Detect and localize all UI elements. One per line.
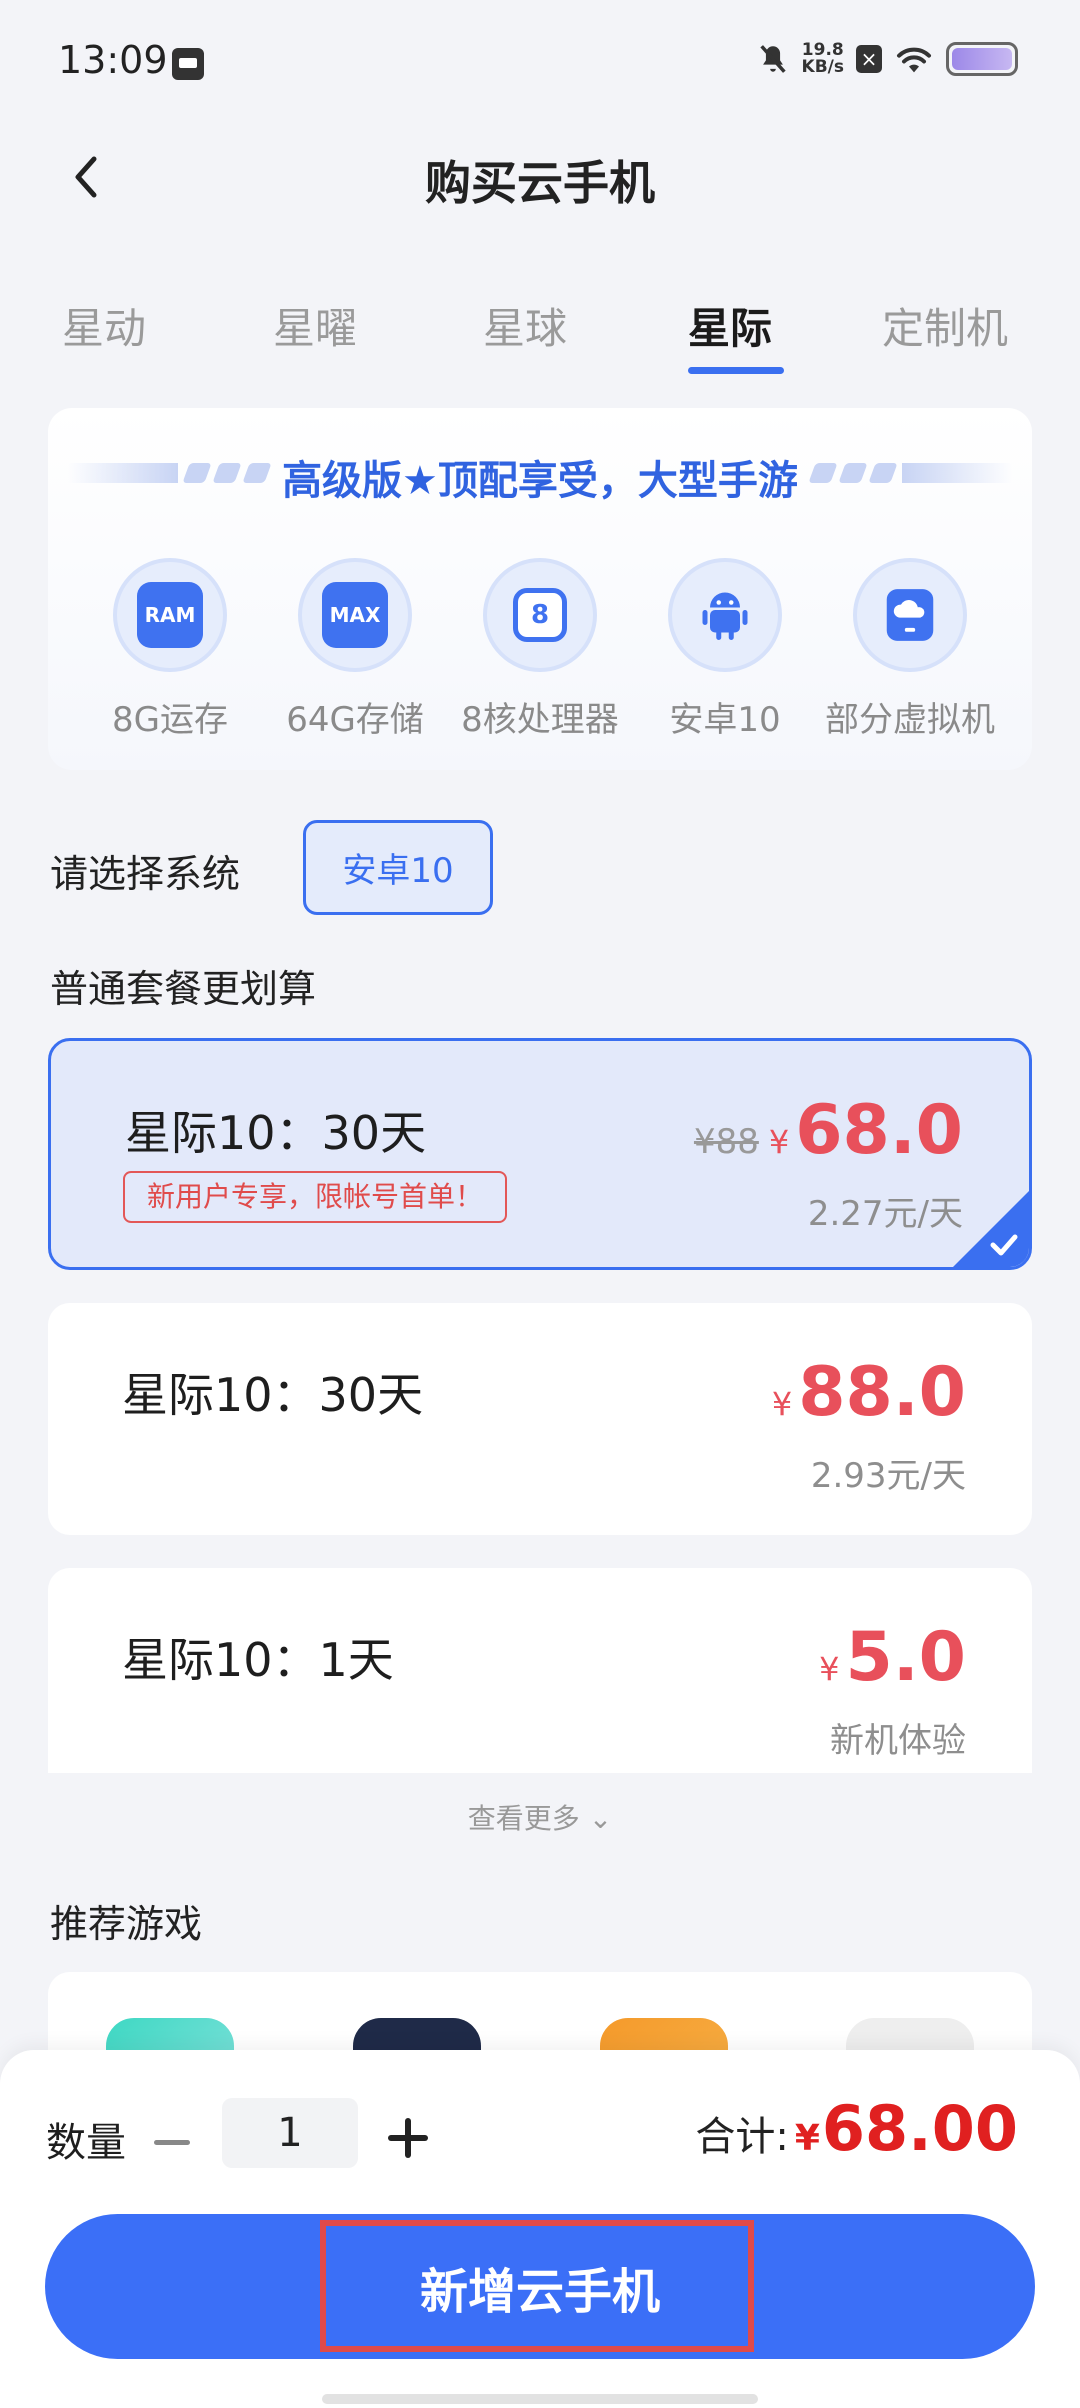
- plan-card[interactable]: 星际10：30天 ¥ 88.0 2.93元/天: [48, 1303, 1032, 1535]
- calendar-icon: [172, 48, 204, 80]
- feature-android: 安卓10: [633, 558, 817, 741]
- product-tabs: 星动 星曜 星球 星际 定制机: [0, 285, 1080, 375]
- tab-xingyao[interactable]: 星曜: [273, 295, 357, 356]
- tab-xingji[interactable]: 星际: [688, 295, 772, 356]
- plan-subtitle: 新机体验: [830, 1721, 966, 1761]
- plans-section-title: 普通套餐更划算: [50, 967, 317, 1011]
- status-bar: 13:09 19.8 KB/s ×: [0, 0, 1080, 125]
- status-time: 13:09: [58, 38, 168, 82]
- tab-custom[interactable]: 定制机: [882, 295, 1008, 356]
- status-icons: 19.8 KB/s ×: [756, 42, 1018, 76]
- total-value: 68.00: [821, 2092, 1018, 2165]
- increase-quantity-button[interactable]: [386, 2116, 430, 2160]
- cloud-phone-icon: [853, 558, 967, 672]
- plan-price: ¥ 5.0: [819, 1618, 966, 1697]
- android-icon: [668, 558, 782, 672]
- currency-symbol: ¥: [771, 1385, 793, 1423]
- price-value: 5.0: [845, 1618, 966, 1697]
- price-value: 68.0: [795, 1091, 963, 1170]
- total-currency: ¥: [794, 2118, 820, 2159]
- chevron-down-icon: ⌄: [588, 1802, 613, 1835]
- per-day-price: 2.27元/天: [807, 1194, 963, 1234]
- mute-bell-icon: [759, 45, 786, 73]
- view-more-label: 查看更多: [467, 1802, 580, 1835]
- feature-card: 高级版★顶配享受，大型手游 RAM 8G运存 MAX 64G存储 8 8核处理器…: [48, 408, 1032, 770]
- games-section-title: 推荐游戏: [50, 1902, 203, 1946]
- original-price: ¥88: [693, 1122, 759, 1162]
- decor-right: [808, 463, 1012, 483]
- quantity-input[interactable]: 1: [222, 2098, 358, 2168]
- feature-cpu: 8 8核处理器: [448, 558, 632, 741]
- feature-label: 安卓10: [669, 700, 781, 740]
- total-price: 合计: ¥ 68.00: [695, 2092, 1018, 2165]
- page-title: 购买云手机: [425, 156, 655, 210]
- plan-name: 星际10：30天: [125, 1106, 427, 1160]
- feature-label: 64G存储: [286, 700, 424, 740]
- speed-unit: KB/s: [801, 57, 844, 77]
- system-label: 请选择系统: [50, 852, 241, 896]
- feature-ram: RAM 8G运存: [78, 558, 262, 741]
- app-header: 购买云手机: [0, 125, 1080, 235]
- home-indicator: [322, 2394, 758, 2404]
- total-label: 合计:: [695, 2114, 789, 2160]
- sim-off-icon: ×: [856, 45, 882, 73]
- active-tab-indicator: [688, 367, 784, 374]
- network-speed: 19.8 KB/s: [802, 42, 844, 76]
- cpu-icon: 8: [483, 558, 597, 672]
- currency-symbol: ¥: [819, 1650, 840, 1688]
- decrease-quantity-button[interactable]: [150, 2120, 194, 2164]
- plan-name: 星际10：1天: [122, 1633, 394, 1687]
- currency-symbol: ¥: [768, 1123, 790, 1161]
- per-day-price: 2.93元/天: [810, 1456, 966, 1496]
- feature-vm: 部分虚拟机: [818, 558, 1002, 741]
- ram-icon: RAM: [113, 558, 227, 672]
- feature-storage: MAX 64G存储: [263, 558, 447, 741]
- view-more-link[interactable]: 查看更多 ⌄: [0, 1797, 1080, 1837]
- wifi-icon: [897, 47, 931, 73]
- checkout-bar: 数量 1 合计: ¥ 68.00 新增云手机: [0, 2050, 1080, 2408]
- selected-check-icon: [953, 1191, 1029, 1267]
- sd-card-icon: MAX: [298, 558, 412, 672]
- plan-card[interactable]: 星际10：30天 新用户专享，限帐号首单！ ¥88 ¥ 68.0 2.27元/天: [48, 1038, 1032, 1270]
- highlight-box: [320, 2220, 754, 2352]
- quantity-label: 数量: [46, 2120, 126, 2166]
- plan-card[interactable]: 星际10：1天 ¥ 5.0 新机体验: [48, 1568, 1032, 1773]
- plan-price: ¥88 ¥ 68.0: [694, 1091, 963, 1170]
- system-option-android10[interactable]: 安卓10: [303, 820, 493, 915]
- battery-icon: [946, 42, 1018, 76]
- feature-label: 部分虚拟机: [825, 700, 995, 740]
- tab-xingqiu[interactable]: 星球: [483, 295, 567, 356]
- feature-label: 8核处理器: [461, 700, 619, 740]
- feature-label: 8G运存: [112, 700, 228, 740]
- plan-list: 星际10：30天 新用户专享，限帐号首单！ ¥88 ¥ 68.0 2.27元/天…: [48, 1038, 1032, 1773]
- price-value: 88.0: [798, 1353, 966, 1432]
- new-user-tag: 新用户专享，限帐号首单！: [123, 1171, 508, 1223]
- plan-price: ¥ 88.0: [772, 1353, 966, 1432]
- tab-xingdong[interactable]: 星动: [62, 295, 146, 356]
- plan-name: 星际10：30天: [122, 1368, 424, 1422]
